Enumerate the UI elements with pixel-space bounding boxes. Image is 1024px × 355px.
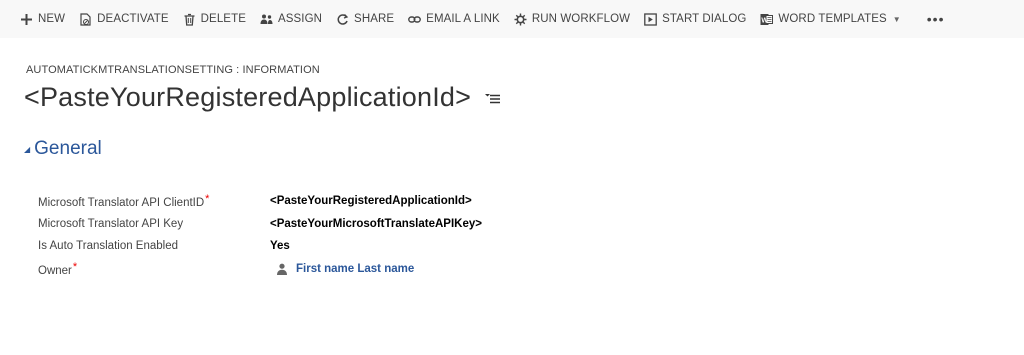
client-id-value[interactable]: <PasteYourRegisteredApplicationId>: [270, 195, 472, 207]
more-commands-button[interactable]: •••: [927, 11, 945, 27]
command-bar: NEW DEACTIVATE DELETE ASSIGN SHARE EMAIL…: [0, 0, 1024, 38]
share-label: SHARE: [354, 13, 395, 25]
workflow-gear-icon: [514, 13, 527, 26]
entity-breadcrumb: AUTOMATICKMTRANSLATIONSETTING : INFORMAT…: [26, 64, 320, 76]
deactivate-label: DEACTIVATE: [97, 13, 169, 25]
run-workflow-label: RUN WORKFLOW: [531, 13, 631, 25]
plus-icon: [20, 13, 33, 26]
deactivate-icon: [79, 12, 92, 26]
form-selector-menu-icon[interactable]: [485, 91, 501, 109]
word-document-icon: W: [760, 13, 774, 26]
user-icon: [276, 263, 288, 275]
required-marker: *: [72, 260, 78, 273]
field-row-api-key: Microsoft Translator API Key <PasteYourM…: [38, 213, 482, 236]
run-workflow-button[interactable]: RUN WORKFLOW: [514, 0, 630, 38]
owner-link[interactable]: First name Last name: [296, 263, 414, 275]
play-dialog-icon: [644, 12, 657, 26]
share-button[interactable]: SHARE: [336, 0, 394, 38]
api-key-value[interactable]: <PasteYourMicrosoftTranslateAPIKey>: [270, 218, 482, 230]
field-label: Owner*: [38, 260, 78, 277]
required-marker: *: [205, 193, 210, 206]
section-title: General: [34, 138, 102, 159]
section-general-header[interactable]: ◢ General: [24, 138, 102, 160]
assign-button[interactable]: ASSIGN: [260, 0, 322, 38]
deactivate-button[interactable]: DEACTIVATE: [79, 0, 169, 38]
email-link-button[interactable]: EMAIL A LINK: [408, 0, 500, 38]
field-row-client-id: Microsoft Translator API ClientID* <Past…: [38, 190, 482, 213]
page-title: <PasteYourRegisteredApplicationId>: [24, 82, 472, 112]
field-row-owner: Owner* First name Last name: [38, 258, 482, 281]
share-icon: [336, 13, 349, 26]
chevron-down-icon: ▼: [892, 14, 901, 24]
field-label: Microsoft Translator API Key: [38, 217, 184, 230]
word-templates-button[interactable]: W WORD TEMPLATES ▼: [760, 0, 901, 38]
new-button[interactable]: NEW: [20, 0, 65, 38]
general-fields: Microsoft Translator API ClientID* <Past…: [38, 190, 482, 280]
link-icon: [408, 13, 422, 26]
start-dialog-label: START DIALOG: [662, 13, 747, 25]
svg-text:W: W: [762, 17, 769, 24]
auto-translation-value[interactable]: Yes: [270, 240, 290, 252]
assign-label: ASSIGN: [277, 13, 323, 25]
email-link-label: EMAIL A LINK: [426, 13, 500, 25]
delete-label: DELETE: [200, 13, 246, 25]
trash-icon: [183, 13, 196, 26]
word-templates-label: WORD TEMPLATES: [778, 13, 887, 25]
collapse-triangle-icon: ◢: [24, 144, 31, 154]
field-label: Microsoft Translator API ClientID*: [38, 193, 210, 210]
start-dialog-button[interactable]: START DIALOG: [644, 0, 746, 38]
delete-button[interactable]: DELETE: [183, 0, 246, 38]
title-row: <PasteYourRegisteredApplicationId>: [24, 82, 501, 113]
field-label: Is Auto Translation Enabled: [38, 240, 179, 253]
owner-lookup: First name Last name: [270, 263, 414, 275]
field-row-auto-translation: Is Auto Translation Enabled Yes: [38, 235, 482, 258]
new-label: NEW: [38, 13, 66, 25]
assign-users-icon: [260, 13, 273, 26]
